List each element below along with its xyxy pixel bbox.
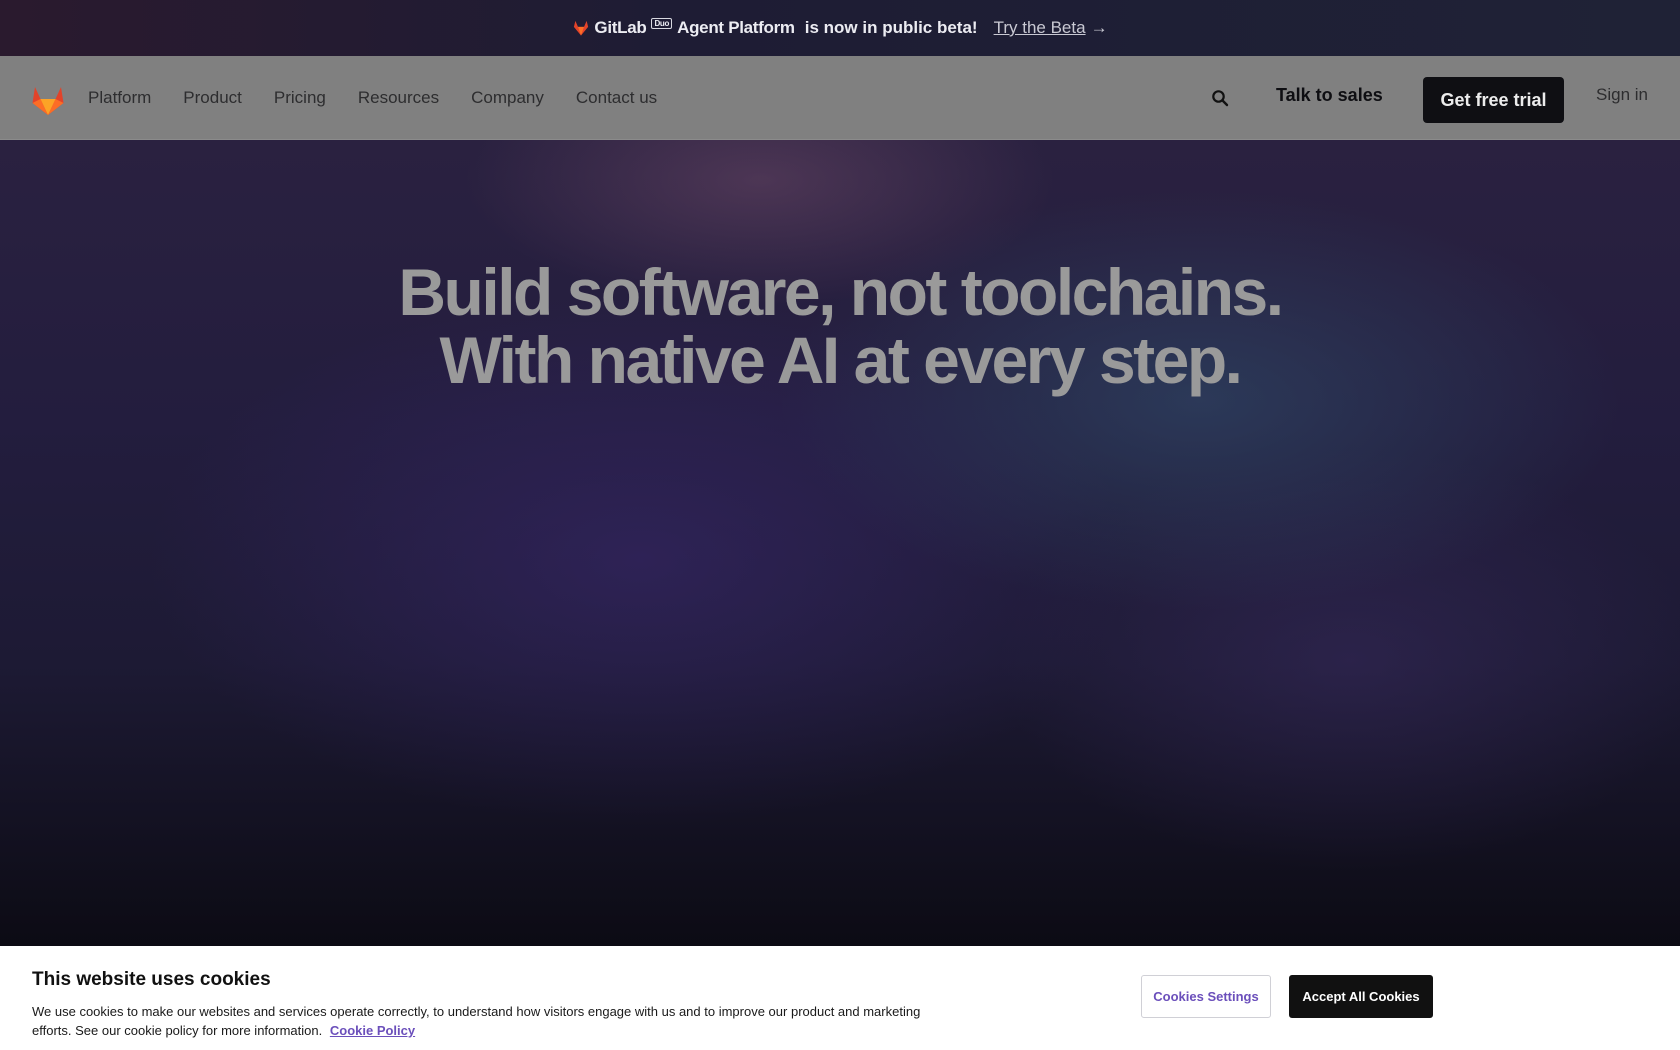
try-beta-link[interactable]: Try the Beta bbox=[994, 18, 1086, 38]
hero-headline-line-1: Build software, not toolchains. bbox=[398, 255, 1284, 329]
gitlab-tanuki-icon bbox=[574, 20, 589, 36]
cookie-banner: This website uses cookies We use cookies… bbox=[0, 946, 1680, 1050]
cookie-banner-description: We use cookies to make our websites and … bbox=[32, 1002, 952, 1040]
talk-to-sales-link[interactable]: Talk to sales bbox=[1276, 85, 1383, 106]
search-icon[interactable] bbox=[1211, 89, 1229, 107]
cookie-policy-link[interactable]: Cookie Policy bbox=[330, 1023, 415, 1038]
cookies-settings-button[interactable]: Cookies Settings bbox=[1141, 975, 1271, 1018]
main-menu: Platform Product Pricing Resources Compa… bbox=[88, 56, 657, 140]
top-navigation: Platform Product Pricing Resources Compa… bbox=[0, 56, 1680, 140]
announcement-bar: GitLab Duo Agent Platform is now in publ… bbox=[0, 0, 1680, 56]
announcement-brand-name: GitLab bbox=[594, 18, 647, 37]
gitlab-tanuki-icon[interactable] bbox=[31, 84, 65, 116]
announcement-brand-product: Agent Platform bbox=[677, 18, 795, 37]
nav-item-resources[interactable]: Resources bbox=[358, 88, 439, 108]
nav-item-company[interactable]: Company bbox=[471, 88, 544, 108]
nav-item-product[interactable]: Product bbox=[183, 88, 242, 108]
announcement-message: is now in public beta! bbox=[804, 18, 978, 37]
hero-section: Build software, not toolchains. With nat… bbox=[0, 140, 1680, 946]
accept-all-cookies-button[interactable]: Accept All Cookies bbox=[1289, 975, 1433, 1018]
nav-item-platform[interactable]: Platform bbox=[88, 88, 151, 108]
arrow-right-icon[interactable]: → bbox=[1091, 18, 1108, 38]
nav-item-contact[interactable]: Contact us bbox=[576, 88, 657, 108]
cookie-banner-title: This website uses cookies bbox=[32, 969, 271, 990]
get-free-trial-button[interactable]: Get free trial bbox=[1423, 77, 1564, 123]
cookie-banner-text: We use cookies to make our websites and … bbox=[32, 1004, 921, 1038]
hero-headline-line-2: With native AI at every step. bbox=[439, 323, 1243, 397]
nav-item-pricing[interactable]: Pricing bbox=[274, 88, 326, 108]
announcement-brand-badge: Duo bbox=[651, 17, 673, 29]
hero-headline: Build software, not toolchains. With nat… bbox=[0, 258, 1680, 394]
announcement-brand: GitLab Duo Agent Platform bbox=[572, 17, 795, 38]
sign-in-link[interactable]: Sign in bbox=[1596, 85, 1648, 105]
